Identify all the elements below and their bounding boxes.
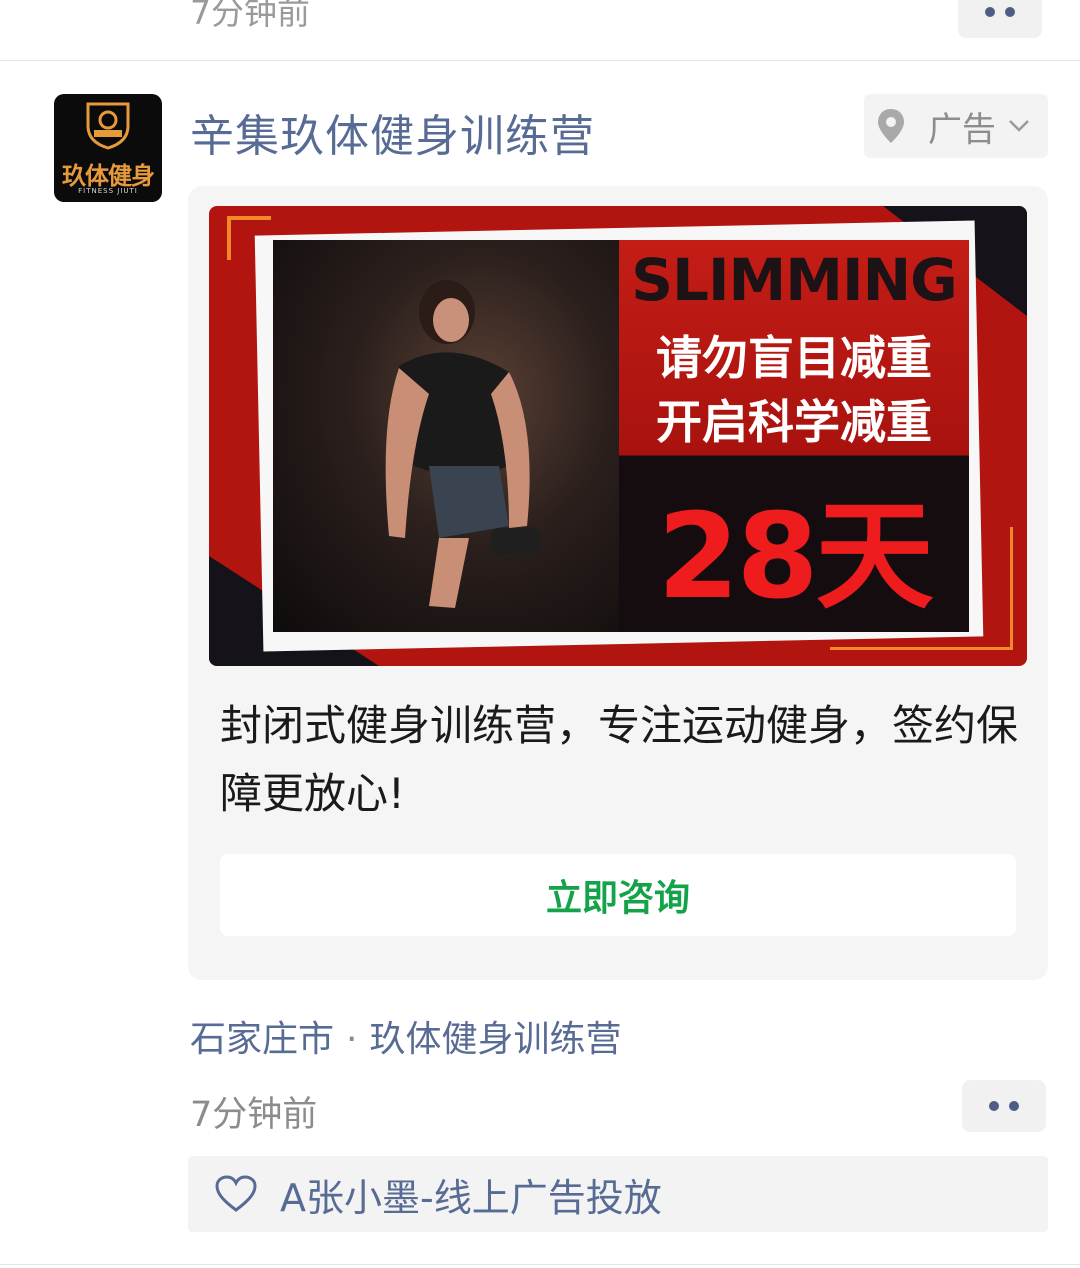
liker-name[interactable]: A张小墨-线上广告投放: [280, 1167, 662, 1222]
shield-logo-icon: [86, 102, 130, 150]
ad-card[interactable]: SLIMMING 请勿盲目减重 开启科学减重 28天 封闭式健身训练营，专注运动…: [188, 186, 1048, 980]
divider: [0, 1264, 1080, 1265]
post-more-button[interactable]: [962, 1080, 1046, 1132]
previous-post-more-button[interactable]: [958, 0, 1042, 38]
advertiser-avatar[interactable]: 玖体健身 FITNESS JIUTI: [54, 94, 162, 202]
post-time: 7分钟前: [190, 1095, 318, 1135]
banner-big-text: 28天: [657, 487, 933, 625]
logo-text: 玖体健身: [62, 162, 155, 190]
banner-headline-en: SLIMMING: [631, 246, 957, 314]
location-city: 石家庄市: [190, 1019, 335, 1060]
chevron-down-icon: [1009, 120, 1029, 132]
more-icon: [985, 7, 995, 17]
banner-line-1: 请勿盲目减重: [656, 331, 932, 385]
athlete-figure: [385, 280, 541, 608]
ad-banner-image[interactable]: SLIMMING 请勿盲目减重 开启科学减重 28天: [209, 206, 1027, 666]
location-name: 玖体健身训练营: [369, 1019, 622, 1060]
moments-feed: 7分钟前 玖体健身 FITNESS JIUTI 辛集玖体健身训练营 广告 SLI…: [0, 0, 1080, 1268]
advertiser-name[interactable]: 辛集玖体健身训练营: [190, 100, 595, 164]
ad-tag-label: 广告: [928, 109, 996, 150]
ad-description: 封闭式健身训练营，专注运动健身，签约保障更放心!: [220, 701, 1019, 818]
banner-line-2: 开启科学减重: [656, 395, 932, 449]
previous-post-time: 7分钟前: [190, 0, 310, 32]
more-icon: [989, 1101, 999, 1111]
logo-subtext: FITNESS JIUTI: [78, 187, 138, 195]
heart-icon: [215, 1175, 257, 1212]
location-pin-icon: [878, 109, 904, 143]
divider: [0, 60, 1080, 61]
ad-tag-button[interactable]: 广告: [864, 94, 1048, 158]
likes-bar: A张小墨-线上广告投放: [188, 1156, 1048, 1232]
location-separator: ·: [346, 1019, 358, 1060]
ad-location[interactable]: 石家庄市 · 玖体健身训练营: [190, 1010, 621, 1062]
consult-now-button[interactable]: 立即咨询: [220, 854, 1016, 936]
